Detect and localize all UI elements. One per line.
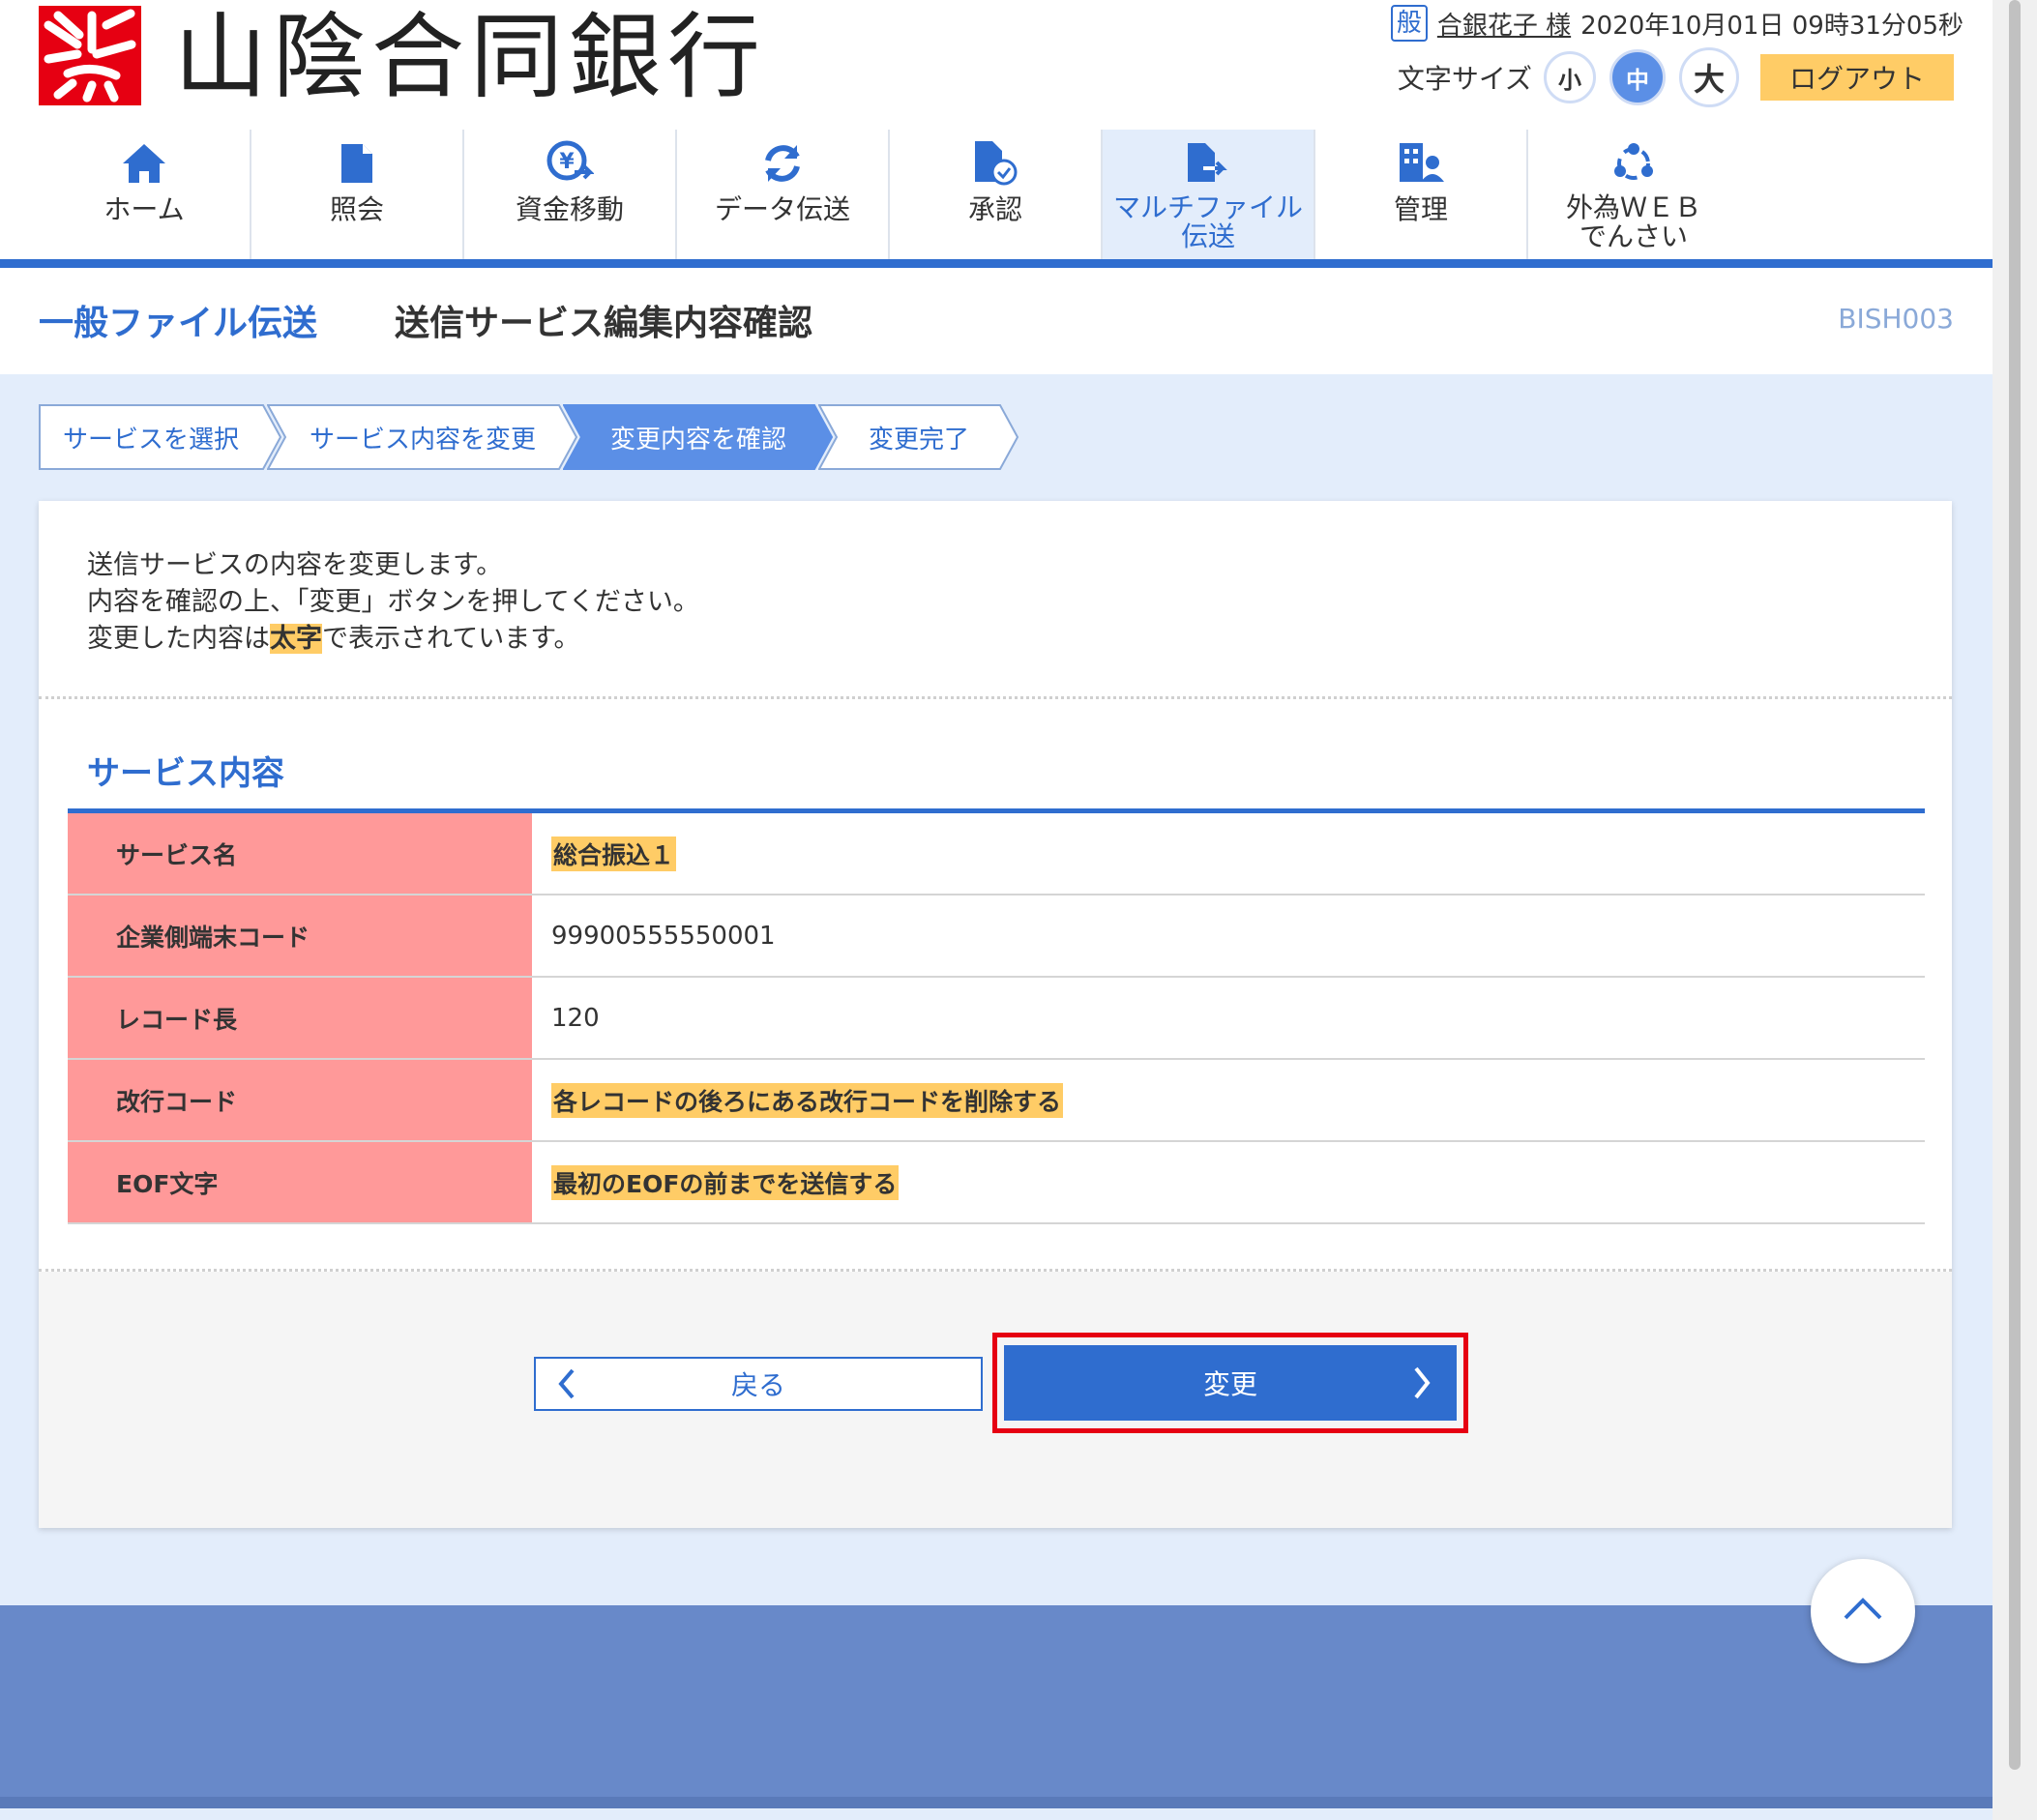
- nav-label: ホーム: [103, 193, 185, 225]
- bold-legend: 太字: [270, 624, 322, 654]
- content-card: 送信サービスの内容を変更します。 内容を確認の上、「変更」ボタンを押してください…: [39, 501, 1952, 1528]
- nav-label: 承認: [967, 193, 1022, 225]
- approve-document-icon: [973, 139, 1018, 188]
- font-size-medium-button[interactable]: 中: [1609, 49, 1666, 105]
- nav-item-data-transfer[interactable]: データ伝送: [677, 130, 890, 259]
- main-nav: ホーム 照会 ¥ 資金移動 データ伝送 承認 マルチファイル 伝送 管理 外為Ｗ…: [39, 130, 1739, 259]
- logout-button[interactable]: ログアウト: [1760, 54, 1954, 101]
- row-label: サービス名: [68, 813, 532, 894]
- footer: [0, 1605, 1993, 1808]
- back-button[interactable]: 戻る: [534, 1357, 983, 1411]
- table-row: 改行コード 各レコードの後ろにある改行コードを削除する: [68, 1060, 1925, 1142]
- nav-label: 外為ＷＥＢ でんさい: [1565, 191, 1701, 252]
- nav-item-forex-densai[interactable]: 外為ＷＥＢ でんさい: [1528, 130, 1739, 259]
- svg-text:¥: ¥: [559, 150, 575, 174]
- font-size-large-button[interactable]: 大: [1679, 47, 1739, 107]
- step-complete: 変更完了: [818, 404, 1019, 470]
- font-size-controls: 文字サイズ 小 中 大 ログアウト: [1397, 47, 1954, 107]
- change-button[interactable]: 変更: [1004, 1345, 1457, 1421]
- user-info: 般 合銀花子 様 2020年10月01日 09時31分05秒: [1390, 4, 1963, 43]
- intro-text: 送信サービスの内容を変更します。 内容を確認の上、「変更」ボタンを押してください…: [87, 550, 699, 654]
- screen-code: BISH003: [1838, 303, 1954, 335]
- page-category: 一般ファイル伝送: [39, 304, 318, 343]
- font-size-label: 文字サイズ: [1397, 63, 1532, 95]
- step-confirm-changes: 変更内容を確認: [563, 404, 834, 470]
- file-transfer-icon: [1186, 139, 1230, 188]
- login-datetime: 2020年10月01日 09時31分05秒: [1580, 11, 1963, 41]
- nav-label: 管理: [1393, 193, 1448, 225]
- title-bar: 一般ファイル伝送 送信サービス編集内容確認 BISH003: [0, 268, 1993, 374]
- yen-transfer-icon: ¥: [546, 139, 594, 188]
- service-detail-table: サービス名 総合振込１ 企業側端末コード 99900555550001 レコード…: [68, 808, 1925, 1224]
- section-title: サービス内容: [87, 754, 284, 793]
- row-value: 99900555550001: [551, 921, 776, 951]
- table-row: レコード長 120: [68, 978, 1925, 1060]
- page: 山陰合同銀行 般 合銀花子 様 2020年10月01日 09時31分05秒 文字…: [0, 0, 1993, 1820]
- divider: [39, 696, 1952, 699]
- home-icon: [121, 139, 167, 188]
- chevron-right-icon: [1410, 1365, 1433, 1408]
- step-select-service: サービスを選択: [39, 404, 282, 470]
- nav-underline: [0, 259, 1993, 268]
- document-icon: [340, 139, 374, 188]
- nav-item-approval[interactable]: 承認: [890, 130, 1103, 259]
- nav-label: 照会: [329, 193, 384, 225]
- bank-name: 山陰合同銀行: [174, 3, 766, 111]
- sync-icon: [760, 139, 805, 188]
- row-label: 改行コード: [68, 1060, 532, 1140]
- user-name-link[interactable]: 合銀花子 様: [1437, 6, 1571, 42]
- table-row: 企業側端末コード 99900555550001: [68, 895, 1925, 978]
- nav-item-admin[interactable]: 管理: [1315, 130, 1528, 259]
- nav-label: データ伝送: [714, 193, 850, 225]
- row-value: 各レコードの後ろにある改行コードを削除する: [551, 1082, 1064, 1118]
- page-title: 送信サービス編集内容確認: [395, 304, 813, 343]
- table-row: サービス名 総合振込１: [68, 813, 1925, 895]
- nav-item-multi-file-transfer[interactable]: マルチファイル 伝送: [1103, 130, 1315, 259]
- row-label: レコード長: [68, 978, 532, 1058]
- row-value: 総合振込１: [551, 836, 677, 871]
- row-label: 企業側端末コード: [68, 895, 532, 976]
- nav-item-home[interactable]: ホーム: [39, 130, 251, 259]
- nav-item-fund-transfer[interactable]: ¥ 資金移動: [464, 130, 677, 259]
- nav-item-inquiry[interactable]: 照会: [251, 130, 464, 259]
- scrollbar-thumb[interactable]: [2009, 0, 2021, 1770]
- back-to-top-button[interactable]: [1811, 1559, 1915, 1663]
- nav-label: 資金移動: [515, 193, 624, 225]
- scrollbar[interactable]: [1993, 0, 2037, 1820]
- chevron-left-icon: [555, 1366, 578, 1408]
- network-icon: [1611, 139, 1656, 188]
- table-row: EOF文字 最初のEOFの前までを送信する: [68, 1142, 1925, 1224]
- bank-logo-icon: [39, 6, 141, 105]
- chevron-up-icon: [1842, 1597, 1884, 1626]
- header: 山陰合同銀行 般 合銀花子 様 2020年10月01日 09時31分05秒 文字…: [0, 0, 1993, 266]
- footer-line: [0, 1797, 1993, 1808]
- user-type-badge: 般: [1390, 5, 1428, 42]
- row-label: EOF文字: [68, 1142, 532, 1222]
- row-value: 120: [551, 1003, 600, 1033]
- step-edit-service: サービス内容を変更: [267, 404, 578, 470]
- building-admin-icon: [1398, 139, 1444, 188]
- font-size-small-button[interactable]: 小: [1544, 51, 1596, 103]
- nav-label: マルチファイル 伝送: [1112, 191, 1303, 252]
- row-value: 最初のEOFの前までを送信する: [551, 1164, 900, 1200]
